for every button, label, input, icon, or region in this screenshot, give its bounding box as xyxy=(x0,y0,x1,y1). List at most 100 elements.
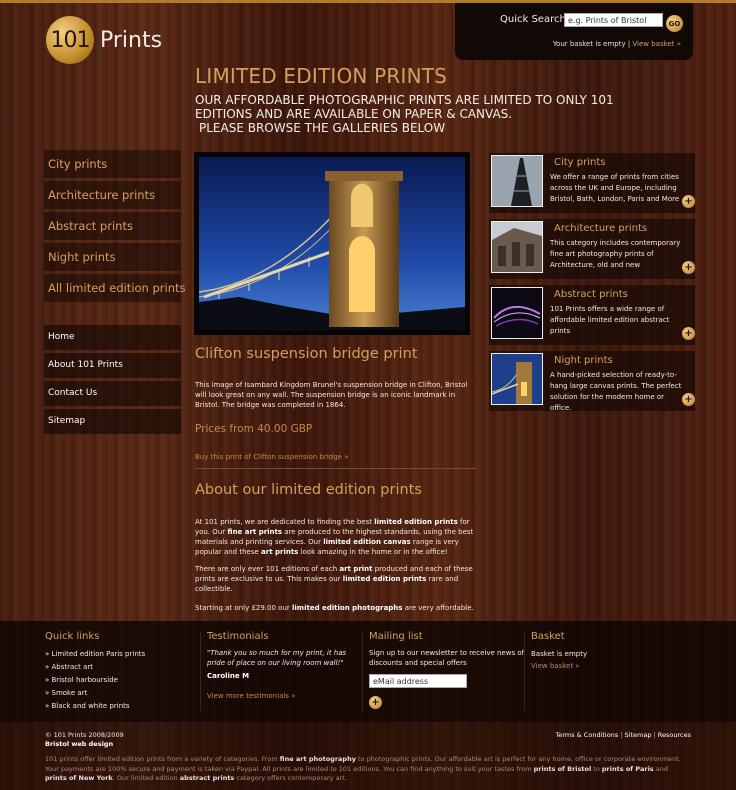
category-card-title: Night prints xyxy=(554,355,613,366)
quick-link[interactable]: » Abstract art xyxy=(45,661,145,674)
emphasis-text[interactable]: abstract prints xyxy=(180,774,235,782)
view-basket-link[interactable]: View basket » xyxy=(632,40,681,48)
category-nav-night[interactable]: Night prints xyxy=(44,243,181,271)
about-paragraph-1: At 101 prints, we are dedicated to findi… xyxy=(195,517,475,557)
nav-about[interactable]: About 101 Prints xyxy=(44,353,181,378)
quick-link[interactable]: » Limited edition Paris prints xyxy=(45,648,145,661)
more-testimonials-link[interactable]: View more testimonials » xyxy=(207,692,357,700)
quick-link[interactable]: » Smoke art xyxy=(45,687,145,700)
basket-summary: Your basket is empty | View basket » xyxy=(553,40,681,48)
quick-search-input[interactable] xyxy=(564,13,663,27)
category-card-description: 101 Prints offers a wide range of afford… xyxy=(550,305,670,335)
testimonials-column: Testimonials "Thank you so much for my p… xyxy=(207,631,357,700)
basket-status: Basket is empty xyxy=(531,650,588,658)
footer-divider xyxy=(362,631,363,711)
emphasis-text[interactable]: limited edition canvas xyxy=(323,538,410,546)
footer: Quick links » Limited edition Paris prin… xyxy=(0,621,736,722)
category-card-title: Abstract prints xyxy=(554,289,628,300)
emphasis-text[interactable]: prints of New York xyxy=(45,774,113,782)
text-run: Starting at only £29.00 our xyxy=(195,604,292,612)
view-basket-link[interactable]: View basket » xyxy=(531,662,587,670)
text-run: look amazing in the home or in the offic… xyxy=(298,548,448,556)
quick-link[interactable]: » Black and white prints xyxy=(45,700,145,713)
copyright: © 101 Prints 2008/2009 xyxy=(45,731,124,739)
text-run: . Our limited edition xyxy=(112,774,180,782)
plus-circle-icon[interactable]: + xyxy=(682,393,695,406)
emphasis-text[interactable]: prints of Paris xyxy=(602,765,654,773)
category-card-description: We offer a range of prints from cities a… xyxy=(550,173,680,203)
web-design-link[interactable]: Bristol web design xyxy=(45,740,113,748)
architecture-thumbnail xyxy=(491,221,543,273)
basket-column: Basket Basket is empty View basket » xyxy=(531,631,587,670)
emphasis-text[interactable]: limited edition photographs xyxy=(292,604,402,612)
quick-links-column: Quick links » Limited edition Paris prin… xyxy=(45,631,145,713)
emphasis-text[interactable]: art prints xyxy=(261,548,298,556)
plus-circle-icon[interactable]: + xyxy=(682,195,695,208)
legal-links: Terms & Conditions | Sitemap | Resources xyxy=(555,731,691,739)
category-nav-architecture[interactable]: Architecture prints xyxy=(44,181,181,209)
feature-description: This image of Isambard Kingdom Brunel's … xyxy=(195,381,468,409)
intro-text: OUR AFFORDABLE PHOTOGRAPHIC PRINTS ARE L… xyxy=(195,93,625,135)
clifton-bridge-photo xyxy=(199,157,465,330)
emphasis-text[interactable]: fine art prints xyxy=(227,528,282,536)
about-paragraph-3: Starting at only £29.00 our limited edit… xyxy=(195,603,475,613)
testimonials-heading: Testimonials xyxy=(207,631,269,642)
category-card-title: Architecture prints xyxy=(554,223,648,234)
main-nav: Home About 101 Prints Contact Us Sitemap xyxy=(44,325,181,437)
category-card-night[interactable]: Night prints A hand-picked selection of … xyxy=(489,351,695,412)
go-icon: GO xyxy=(668,19,681,28)
nav-sitemap[interactable]: Sitemap xyxy=(44,409,181,434)
text-run: There are only ever 101 editions of each xyxy=(195,565,340,573)
testimonial-author: Caroline M xyxy=(207,672,250,680)
testimonial-quote: "Thank you so much for my print, it has … xyxy=(207,649,347,667)
intro-text-line-2: PLEASE BROWSE THE GALLERIES BELOW xyxy=(199,121,446,135)
site-logo[interactable]: 101 Prints xyxy=(46,16,162,64)
abstract-thumbnail xyxy=(491,287,543,339)
plus-circle-icon[interactable]: + xyxy=(682,261,695,274)
about-title: About our limited edition prints xyxy=(195,482,422,498)
intro-text-line-1: OUR AFFORDABLE PHOTOGRAPHIC PRINTS ARE L… xyxy=(195,93,614,121)
nav-home[interactable]: Home xyxy=(44,325,181,350)
text-run: to xyxy=(591,764,602,773)
category-card-abstract[interactable]: Abstract prints 101 Prints offers a wide… xyxy=(489,285,695,345)
resources-link[interactable]: Resources xyxy=(658,731,691,739)
emphasis-text[interactable]: fine art photography xyxy=(280,755,356,763)
category-card-description: This category includes contemporary fine… xyxy=(550,239,681,269)
logo-word: Prints xyxy=(100,27,163,53)
emphasis-text[interactable]: art print xyxy=(339,565,372,573)
plus-circle-icon[interactable]: + xyxy=(369,696,382,709)
seo-text: 101 prints offer limited edition prints … xyxy=(45,755,691,784)
quick-links-heading: Quick links xyxy=(45,631,100,642)
email-field[interactable] xyxy=(369,674,467,688)
page-title: LIMITED EDITION PRINTS xyxy=(195,64,448,88)
category-card-city[interactable]: City prints We offer a range of prints f… xyxy=(489,153,695,213)
plus-circle-icon[interactable]: + xyxy=(682,327,695,340)
category-nav-abstract[interactable]: Abstract prints xyxy=(44,212,181,240)
category-nav-all[interactable]: All limited edition prints xyxy=(44,274,186,302)
emphasis-text[interactable]: limited edition prints xyxy=(343,575,427,583)
category-nav-city[interactable]: City prints xyxy=(44,150,181,178)
featured-print-image[interactable] xyxy=(194,152,470,335)
footer-divider xyxy=(524,631,525,711)
footer-divider xyxy=(200,631,201,711)
emphasis-text[interactable]: limited edition prints xyxy=(374,518,458,526)
logo-number: 101 xyxy=(50,27,91,53)
sitemap-link[interactable]: Sitemap xyxy=(625,731,652,739)
basket-heading: Basket xyxy=(531,631,565,642)
text-run: At 101 prints, we are dedicated to findi… xyxy=(195,518,375,526)
feature-title: Clifton suspension bridge print xyxy=(195,346,418,362)
quick-link[interactable]: » Bristol harbourside xyxy=(45,674,145,687)
category-nav: City prints Architecture prints Abstract… xyxy=(44,150,186,305)
mailing-list-column: Mailing list Sign up to our newsletter t… xyxy=(369,631,529,709)
text-run: 101 prints offer limited edition prints … xyxy=(45,755,280,763)
terms-link[interactable]: Terms & Conditions xyxy=(555,731,618,739)
section-divider xyxy=(195,468,476,469)
emphasis-text[interactable]: prints of Bristol xyxy=(534,765,592,773)
category-card-architecture[interactable]: Architecture prints This category includ… xyxy=(489,219,695,279)
logo-disc: 101 xyxy=(46,16,94,64)
search-go-button[interactable]: GO xyxy=(666,15,683,32)
nav-contact[interactable]: Contact Us xyxy=(44,381,181,406)
bottom-bar: © 101 Prints 2008/2009 Bristol web desig… xyxy=(0,722,736,790)
basket-status: Your basket is empty xyxy=(552,40,626,48)
buy-print-link[interactable]: Buy this print of Clifton suspension bri… xyxy=(195,453,348,461)
